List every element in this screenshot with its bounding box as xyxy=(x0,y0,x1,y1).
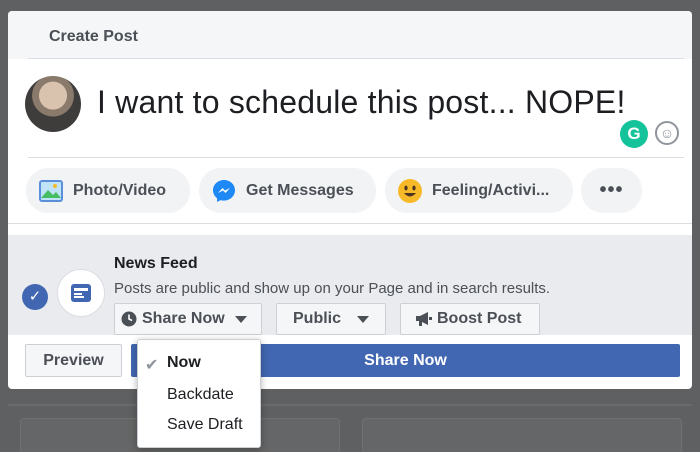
news-feed-icon xyxy=(57,269,105,317)
section-divider xyxy=(8,223,692,224)
chevron-down-icon xyxy=(234,315,247,323)
header-divider xyxy=(28,58,684,59)
get-messages-button[interactable]: Get Messages xyxy=(199,168,376,213)
audience-label: Public xyxy=(293,310,342,327)
boost-post-label: Boost Post xyxy=(437,310,522,327)
photo-icon xyxy=(38,178,64,204)
share-now-dropdown[interactable]: Share Now xyxy=(114,303,262,335)
get-messages-label: Get Messages xyxy=(246,181,354,199)
dialog-header: Create Post xyxy=(8,11,692,59)
megaphone-icon xyxy=(415,311,433,327)
menu-item-save-draft[interactable]: Save Draft xyxy=(167,416,243,434)
menu-item-now[interactable]: Now xyxy=(167,354,201,372)
feeling-activity-label: Feeling/Activi... xyxy=(432,181,550,199)
news-feed-description: Posts are public and show up on your Pag… xyxy=(114,280,551,297)
photo-video-button[interactable]: Photo/Video xyxy=(26,168,190,213)
dialog-title: Create Post xyxy=(49,28,138,45)
preview-button[interactable]: Preview xyxy=(25,344,122,377)
more-icon: ••• xyxy=(599,179,624,201)
create-post-dialog: Create Post I want to schedule this post… xyxy=(8,11,692,389)
smiley-icon xyxy=(397,178,423,204)
checkmark-icon: ✔ xyxy=(145,357,159,374)
background-divider xyxy=(8,404,692,406)
audience-dropdown[interactable]: Public xyxy=(276,303,386,335)
avatar xyxy=(25,76,81,132)
chevron-down-icon xyxy=(357,315,370,323)
share-now-label: Share Now xyxy=(142,310,225,327)
grammarly-icon[interactable]: G xyxy=(620,120,648,148)
news-feed-option[interactable]: ✓ News Feed Posts are public and show up… xyxy=(8,235,692,335)
emoji-icon[interactable]: ☺ xyxy=(655,121,679,145)
background-card-right xyxy=(362,418,682,452)
checkmark-icon[interactable]: ✓ xyxy=(22,284,48,310)
more-options-button[interactable]: ••• xyxy=(581,168,642,213)
composer-divider xyxy=(28,157,684,158)
feeling-activity-button[interactable]: Feeling/Activi... xyxy=(385,168,573,213)
composer-input[interactable]: I want to schedule this post... NOPE! xyxy=(97,84,626,121)
share-timing-menu: ✔ Now Backdate Save Draft xyxy=(137,339,261,448)
photo-video-label: Photo/Video xyxy=(73,181,167,199)
menu-item-backdate[interactable]: Backdate xyxy=(167,386,234,404)
news-feed-title: News Feed xyxy=(114,255,198,272)
clock-icon xyxy=(121,311,137,327)
boost-post-button[interactable]: Boost Post xyxy=(400,303,540,335)
messenger-icon xyxy=(211,178,237,204)
